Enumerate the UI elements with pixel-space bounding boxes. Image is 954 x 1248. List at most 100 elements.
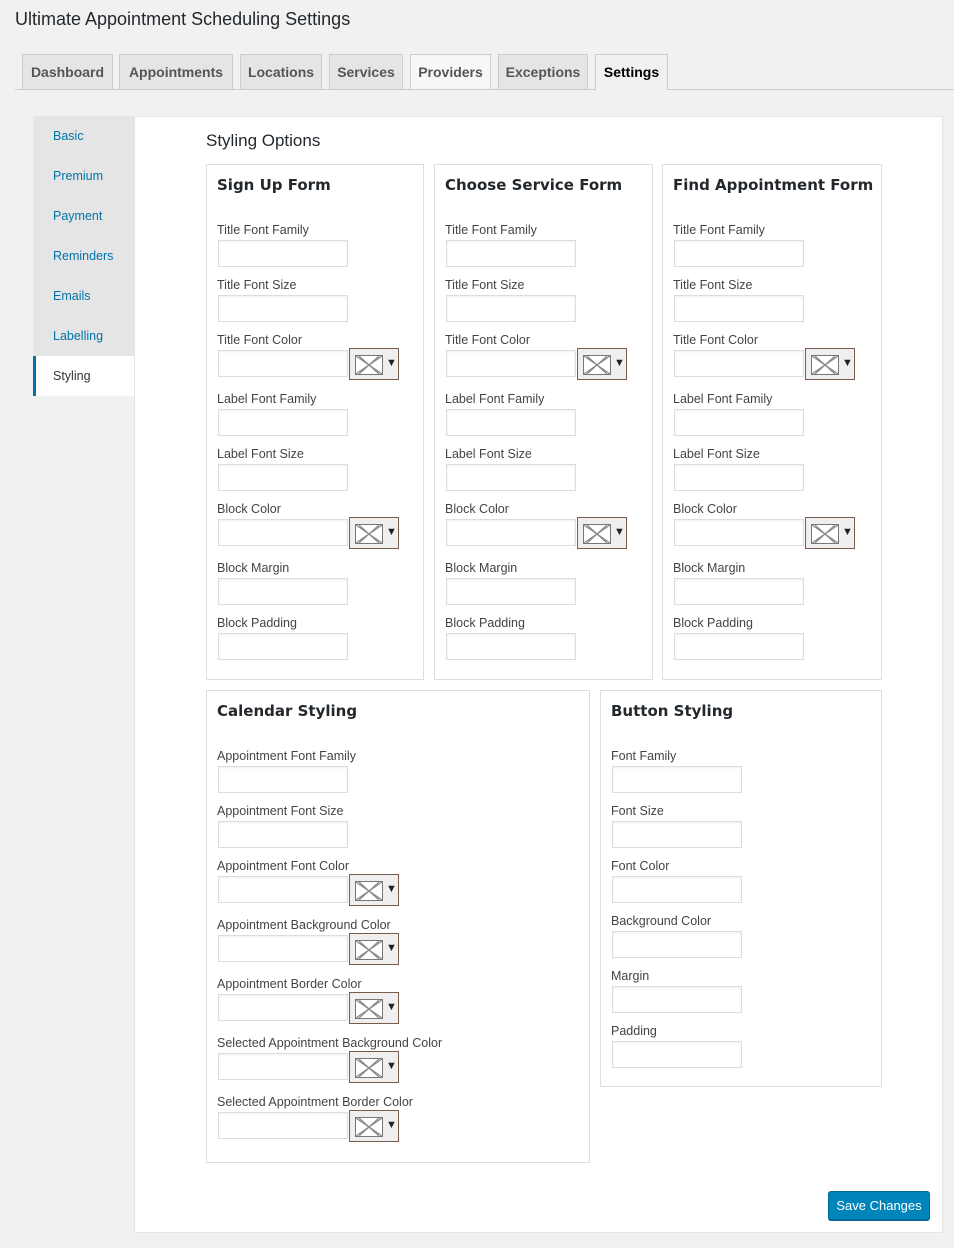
block-margin-input[interactable] (674, 578, 804, 605)
appointment-font-color-label: Appointment Font Color (217, 859, 350, 873)
appointment-border-color-label: Appointment Border Color (217, 977, 362, 991)
label-font-size-label: Label Font Size (673, 447, 760, 461)
tab-providers[interactable]: Providers (410, 54, 491, 89)
tab-appointments[interactable]: Appointments (119, 54, 233, 89)
font-size-input[interactable] (612, 821, 742, 848)
no-color-x-icon (355, 1117, 383, 1137)
label-font-family-input[interactable] (218, 409, 348, 436)
sidebar-item-reminders[interactable]: Reminders (33, 236, 134, 276)
label-font-size-label: Label Font Size (445, 447, 532, 461)
selected-appointment-border-color-color-picker[interactable]: ▼ (349, 1110, 399, 1142)
tab-services[interactable]: Services (329, 54, 403, 89)
block-color-color-picker[interactable]: ▼ (577, 517, 627, 549)
title-font-color-input[interactable] (674, 350, 804, 377)
title-font-family-label: Title Font Family (217, 223, 309, 237)
sidebar-item-basic[interactable]: Basic (33, 116, 134, 156)
find-appointment-form-title: Find Appointment Form (673, 176, 874, 194)
block-color-input[interactable] (446, 519, 576, 546)
font-size-label: Font Size (611, 804, 664, 818)
appointment-font-family-input[interactable] (218, 766, 348, 793)
title-font-family-input[interactable] (446, 240, 576, 267)
choose-service-form-title: Choose Service Form (445, 176, 623, 194)
title-font-color-color-picker[interactable]: ▼ (805, 348, 855, 380)
sidebar-item-labelling[interactable]: Labelling (33, 316, 134, 356)
nav-tabs: Dashboard Appointments Locations Service… (15, 54, 954, 90)
calendar-styling-box: Calendar Styling Appointment Font Family A… (206, 690, 590, 1163)
label-font-family-label: Label Font Family (217, 392, 317, 406)
tab-locations[interactable]: Locations (240, 54, 322, 89)
block-color-input[interactable] (218, 519, 348, 546)
appointment-background-color-input[interactable] (218, 935, 348, 962)
tab-dashboard[interactable]: Dashboard (22, 54, 113, 89)
margin-label: Margin (611, 969, 650, 983)
block-margin-input[interactable] (446, 578, 576, 605)
block-color-color-picker[interactable]: ▼ (349, 517, 399, 549)
title-font-size-input[interactable] (446, 295, 576, 322)
title-font-size-input[interactable] (218, 295, 348, 322)
triangle-down-icon: ▼ (386, 1119, 397, 1131)
triangle-down-icon: ▼ (386, 526, 397, 538)
block-padding-label: Block Padding (217, 616, 297, 630)
block-padding-input[interactable] (446, 633, 576, 660)
block-margin-input[interactable] (218, 578, 348, 605)
tab-exceptions[interactable]: Exceptions (498, 54, 588, 89)
title-font-color-label: Title Font Color (673, 333, 758, 347)
margin-input[interactable] (612, 986, 742, 1013)
appointment-font-family-label: Appointment Font Family (217, 749, 356, 763)
label-font-size-input[interactable] (674, 464, 804, 491)
appointment-font-size-input[interactable] (218, 821, 348, 848)
triangle-down-icon: ▼ (614, 526, 625, 538)
appointment-font-color-color-picker[interactable]: ▼ (349, 874, 399, 906)
title-font-family-input[interactable] (674, 240, 804, 267)
title-font-color-color-picker[interactable]: ▼ (349, 348, 399, 380)
sidebar-item-payment[interactable]: Payment (33, 196, 134, 236)
sidebar-item-emails[interactable]: Emails (33, 276, 134, 316)
block-padding-input[interactable] (218, 633, 348, 660)
label-font-size-input[interactable] (446, 464, 576, 491)
background-color-input[interactable] (612, 931, 742, 958)
no-color-x-icon (355, 524, 383, 544)
selected-appointment-border-color-label: Selected Appointment Border Color (217, 1095, 413, 1109)
title-font-color-color-picker[interactable]: ▼ (577, 348, 627, 380)
title-font-color-input[interactable] (218, 350, 348, 377)
triangle-down-icon: ▼ (386, 883, 397, 895)
sidebar-item-styling[interactable]: Styling (33, 356, 134, 396)
title-font-color-label: Title Font Color (445, 333, 530, 347)
block-color-input[interactable] (674, 519, 804, 546)
selected-appointment-border-color-input[interactable] (218, 1112, 348, 1139)
calendar-styling-title: Calendar Styling (217, 702, 358, 720)
padding-label: Padding (611, 1024, 657, 1038)
appointment-border-color-color-picker[interactable]: ▼ (349, 992, 399, 1024)
block-color-label: Block Color (445, 502, 509, 516)
padding-input[interactable] (612, 1041, 742, 1068)
title-font-color-input[interactable] (446, 350, 576, 377)
title-font-size-input[interactable] (674, 295, 804, 322)
font-family-input[interactable] (612, 766, 742, 793)
label-font-family-input[interactable] (674, 409, 804, 436)
no-color-x-icon (811, 355, 839, 375)
appointment-font-color-input[interactable] (218, 876, 348, 903)
button-styling-box: Button Styling Font Family Font Size Font C… (600, 690, 882, 1087)
label-font-family-input[interactable] (446, 409, 576, 436)
settings-sidebar: Basic Premium Payment Reminders Emails L… (33, 116, 134, 396)
sign-up-form-title: Sign Up Form (217, 176, 331, 194)
appointment-border-color-input[interactable] (218, 994, 348, 1021)
sidebar-item-premium[interactable]: Premium (33, 156, 134, 196)
triangle-down-icon: ▼ (386, 1001, 397, 1013)
block-margin-label: Block Margin (445, 561, 518, 575)
no-color-x-icon (355, 1058, 383, 1078)
appointment-font-size-label: Appointment Font Size (217, 804, 344, 818)
appointment-background-color-color-picker[interactable]: ▼ (349, 933, 399, 965)
title-font-family-input[interactable] (218, 240, 348, 267)
no-color-x-icon (811, 524, 839, 544)
block-color-color-picker[interactable]: ▼ (805, 517, 855, 549)
font-color-input[interactable] (612, 876, 742, 903)
block-color-label: Block Color (217, 502, 281, 516)
selected-appointment-background-color-color-picker[interactable]: ▼ (349, 1051, 399, 1083)
save-changes-button[interactable]: Save Changes (828, 1191, 930, 1220)
tab-settings[interactable]: Settings (595, 54, 668, 90)
title-font-color-label: Title Font Color (217, 333, 302, 347)
selected-appointment-background-color-input[interactable] (218, 1053, 348, 1080)
block-padding-input[interactable] (674, 633, 804, 660)
label-font-size-input[interactable] (218, 464, 348, 491)
